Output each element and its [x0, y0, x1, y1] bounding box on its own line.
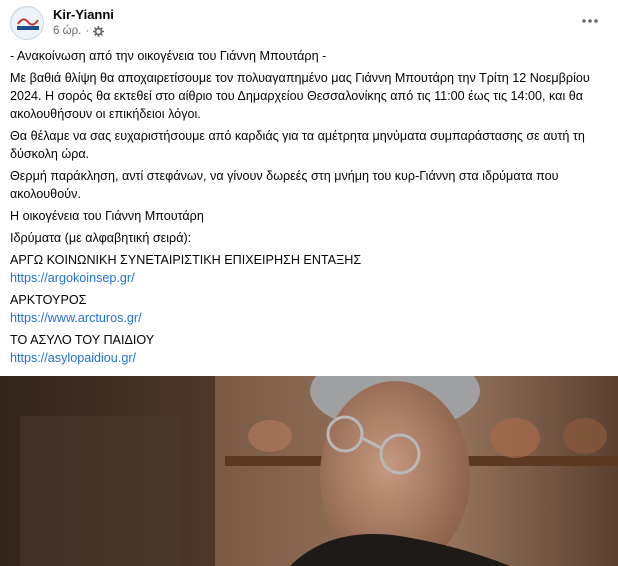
post-time[interactable]: 6 ώρ.: [53, 25, 81, 37]
signature: Η οικογένεια του Γιάννη Μπουτάρη: [10, 209, 204, 223]
paragraph-thanks: Θα θέλαμε να σας ευχαριστήσουμε από καρδ…: [10, 129, 585, 161]
foundation-item: ΑΡΚΤΟΥΡΟΣ https://www.arcturos.gr/: [10, 291, 610, 327]
gear-icon[interactable]: [93, 25, 105, 37]
more-dots-icon: [582, 19, 598, 23]
post-text: - Ανακοίνωση από την οικογένεια του Γιάν…: [10, 47, 610, 371]
author-name[interactable]: Kir-Yianni: [53, 7, 114, 22]
paragraph-donations: Θερμή παράκληση, αντί στεφάνων, να γίνου…: [10, 169, 559, 201]
foundations-heading: Ιδρύματα (με αλφαβητική σειρά):: [10, 231, 192, 245]
foundation-name: ΤΟ ΑΣΥΛΟ ΤΟΥ ΠΑΙΔΙΟΥ: [10, 333, 155, 347]
foundation-item: ΤΟ ΑΣΥΛΟ ΤΟΥ ΠΑΙΔΙΟΥ https://asylopaidio…: [10, 331, 610, 367]
page-avatar[interactable]: [10, 6, 44, 40]
paragraph-farewell: Με βαθιά θλίψη θα αποχαιρετίσουμε τον πο…: [10, 71, 590, 121]
foundation-name: ΑΡΚΤΟΥΡΟΣ: [10, 293, 87, 307]
post-meta: 6 ώρ. ·: [53, 25, 105, 37]
foundation-item: ΑΡΓΩ ΚΟΙΝΩΝΙΚΗ ΣΥΝΕΤΑΙΡΙΣΤΙΚΗ ΕΠΙΧΕΙΡΗΣΗ…: [10, 251, 610, 287]
portrait-photo-image: [0, 376, 618, 566]
more-options-button[interactable]: [580, 14, 600, 28]
foundation-link[interactable]: https://asylopaidiou.gr/: [10, 349, 610, 367]
meta-separator: ·: [85, 25, 90, 37]
announcement-intro: - Ανακοίνωση από την οικογένεια του Γιάν…: [10, 49, 327, 63]
post-photo[interactable]: [0, 376, 618, 566]
foundation-link[interactable]: https://argokoinsep.gr/: [10, 269, 610, 287]
facebook-post: Kir-Yianni 6 ώρ. · - Ανακοίνωση από την …: [0, 0, 618, 566]
foundation-name: ΑΡΓΩ ΚΟΙΝΩΝΙΚΗ ΣΥΝΕΤΑΙΡΙΣΤΙΚΗ ΕΠΙΧΕΙΡΗΣΗ…: [10, 253, 362, 267]
avatar-logo-icon: [12, 8, 43, 39]
post-header: Kir-Yianni 6 ώρ. ·: [10, 6, 618, 42]
foundation-link[interactable]: https://www.arcturos.gr/: [10, 309, 610, 327]
